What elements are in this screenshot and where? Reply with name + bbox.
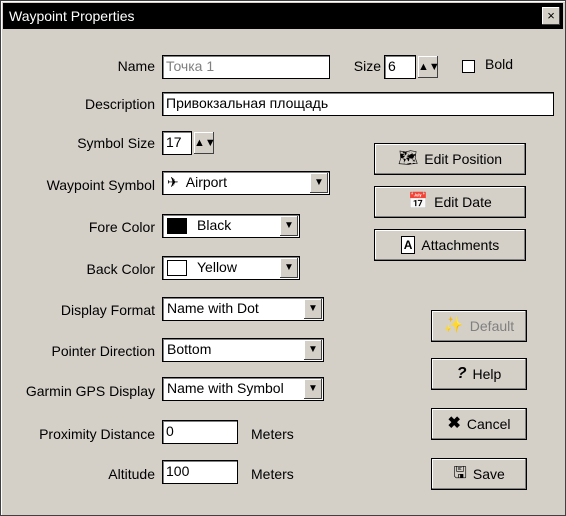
attachments-label: Attachments bbox=[421, 237, 500, 253]
size-spinner[interactable]: ▲▼ bbox=[418, 56, 440, 78]
cancel-button[interactable]: ✖ Cancel bbox=[431, 408, 527, 440]
name-label: Name bbox=[117, 58, 155, 74]
chevron-down-icon[interactable]: ▼ bbox=[304, 379, 322, 399]
waypoint-symbol-text: Airport bbox=[185, 174, 227, 190]
x-icon: ✖ bbox=[447, 415, 461, 432]
question-icon: ? bbox=[456, 365, 467, 382]
back-color-swatch bbox=[167, 260, 187, 276]
description-label: Description bbox=[84, 96, 155, 112]
symbol-size-input[interactable]: 17 bbox=[162, 131, 192, 155]
waypoint-symbol-label: Waypoint Symbol bbox=[46, 177, 155, 193]
wand-icon: ✨ bbox=[443, 317, 464, 334]
default-button[interactable]: ✨ Default bbox=[431, 310, 527, 342]
pointer-direction-value: Bottom bbox=[167, 341, 212, 357]
window-title: Waypoint Properties bbox=[9, 8, 135, 24]
altitude-input[interactable]: 100 bbox=[162, 460, 238, 484]
attachments-button[interactable]: A Attachments bbox=[374, 229, 526, 261]
size-label: Size bbox=[353, 58, 381, 74]
edit-date-label: Edit Date bbox=[434, 194, 492, 210]
symbol-size-label: Symbol Size bbox=[77, 135, 155, 151]
edit-date-button[interactable]: 📅 Edit Date bbox=[374, 186, 526, 218]
close-icon[interactable]: × bbox=[542, 7, 560, 25]
display-format-label: Display Format bbox=[60, 302, 155, 318]
chevron-down-icon[interactable]: ▼ bbox=[304, 340, 322, 360]
fore-color-swatch bbox=[167, 218, 187, 234]
cancel-label: Cancel bbox=[466, 416, 511, 432]
fore-color-value: Black bbox=[197, 217, 232, 233]
display-format-value: Name with Dot bbox=[167, 300, 259, 316]
pointer-direction-label: Pointer Direction bbox=[51, 343, 156, 359]
title-bar: Waypoint Properties × bbox=[3, 3, 563, 29]
altitude-label: Altitude bbox=[108, 466, 155, 482]
waypoint-symbol-value: ✈ Airport bbox=[167, 174, 227, 191]
pointer-direction-select[interactable]: Bottom ▼ bbox=[162, 338, 324, 362]
save-label: Save bbox=[472, 466, 505, 482]
proximity-distance-input[interactable]: 0 bbox=[162, 420, 238, 444]
help-button[interactable]: ? Help bbox=[431, 358, 527, 390]
description-input[interactable]: Привокзальная площадь bbox=[162, 92, 554, 116]
waypoint-symbol-select[interactable]: ✈ Airport ▼ bbox=[162, 171, 330, 195]
fore-color-select[interactable]: Black ▼ bbox=[162, 214, 300, 238]
chevron-down-icon[interactable]: ▼ bbox=[280, 258, 298, 278]
chevron-down-icon[interactable]: ▼ bbox=[304, 299, 322, 319]
garmin-gps-display-value: Name with Symbol bbox=[167, 380, 284, 396]
garmin-gps-display-select[interactable]: Name with Symbol ▼ bbox=[162, 377, 324, 401]
map-pencil-icon: 🗺 bbox=[397, 150, 419, 167]
chevron-down-icon[interactable]: ▼ bbox=[280, 216, 298, 236]
back-color-select[interactable]: Yellow ▼ bbox=[162, 256, 300, 280]
garmin-gps-display-label: Garmin GPS Display bbox=[25, 383, 155, 399]
proximity-distance-label: Proximity Distance bbox=[39, 426, 155, 442]
calendar-icon: 📅 bbox=[408, 193, 429, 210]
save-button[interactable]: 🖫 Save bbox=[431, 458, 527, 490]
fore-color-label: Fore Color bbox=[88, 219, 155, 235]
meters-label-2: Meters bbox=[251, 466, 294, 482]
edit-position-button[interactable]: 🗺 Edit Position bbox=[374, 143, 526, 175]
default-label: Default bbox=[469, 318, 515, 334]
bold-checkbox[interactable] bbox=[462, 60, 475, 73]
back-color-value: Yellow bbox=[197, 259, 237, 275]
waypoint-properties-dialog: Waypoint Properties × Name Точка 1 Size … bbox=[0, 0, 566, 516]
name-input[interactable]: Точка 1 bbox=[162, 55, 330, 79]
meters-label-1: Meters bbox=[251, 426, 294, 442]
airplane-icon: ✈ bbox=[167, 174, 179, 190]
back-color-label: Back Color bbox=[86, 261, 155, 277]
save-icon: 🖫 bbox=[453, 465, 467, 482]
document-a-icon: A bbox=[400, 236, 416, 254]
display-format-select[interactable]: Name with Dot ▼ bbox=[162, 297, 324, 321]
bold-label: Bold bbox=[485, 56, 514, 72]
symbol-size-spinner[interactable]: ▲▼ bbox=[194, 132, 216, 154]
chevron-down-icon[interactable]: ▼ bbox=[310, 173, 328, 193]
help-label: Help bbox=[472, 366, 502, 382]
edit-position-label: Edit Position bbox=[424, 151, 503, 167]
size-input[interactable]: 6 bbox=[384, 55, 416, 79]
